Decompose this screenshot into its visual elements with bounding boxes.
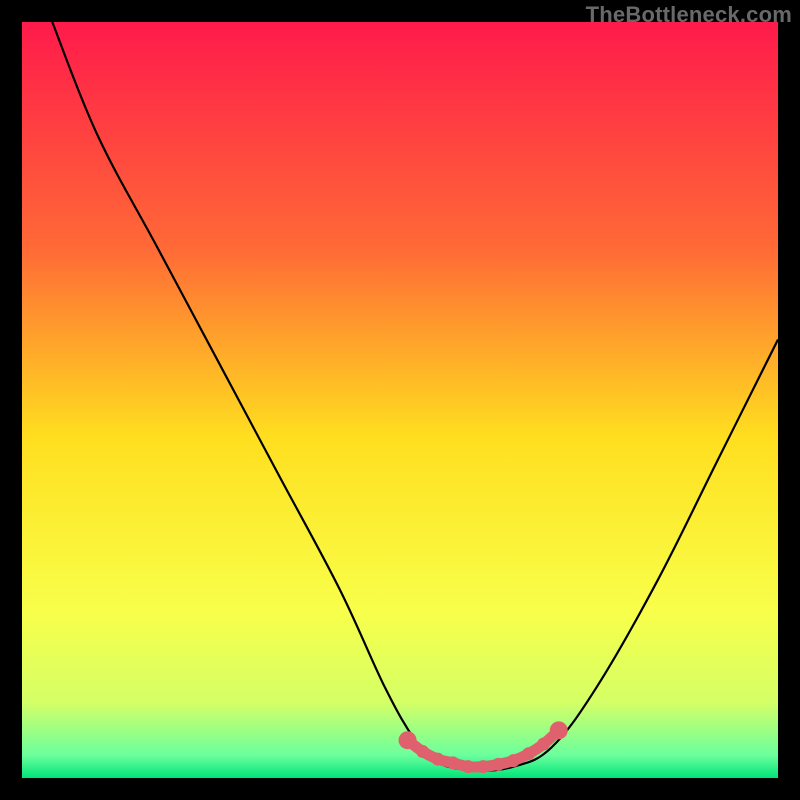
optimum-band-dot: [399, 731, 417, 749]
optimum-band-dot: [462, 760, 475, 773]
optimum-band-dot: [431, 753, 444, 766]
chart-area: [22, 22, 778, 778]
gradient-background: [22, 22, 778, 778]
optimum-band-dot: [550, 721, 568, 739]
optimum-band-dot: [522, 747, 535, 760]
optimum-band-dot: [507, 754, 520, 767]
optimum-band-dot: [446, 756, 459, 769]
optimum-band-dot: [492, 758, 505, 771]
optimum-band-dot: [537, 737, 550, 750]
watermark-text: TheBottleneck.com: [586, 2, 792, 28]
optimum-band-dot: [477, 760, 490, 773]
optimum-band-dot: [416, 745, 429, 758]
bottleneck-chart-svg: [22, 22, 778, 778]
